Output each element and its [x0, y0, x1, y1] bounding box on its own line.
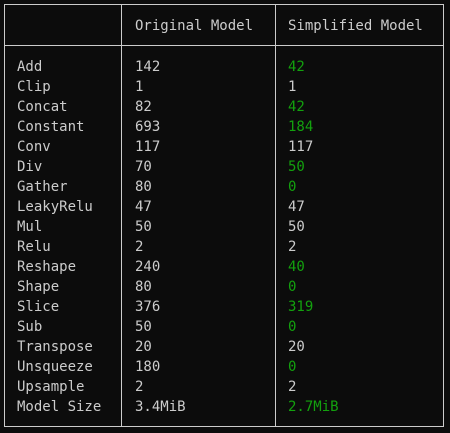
table-row: Clip 1 1: [5, 77, 443, 97]
simplified-count-cell: 184: [288, 119, 314, 135]
original-count-cell: 180: [135, 359, 161, 375]
table-row: Div 70 50: [5, 157, 443, 177]
original-count-cell: 2: [135, 239, 144, 255]
operator-cell: Unsqueeze: [17, 359, 93, 375]
original-count-cell: 1: [135, 79, 144, 95]
operator-cell: Concat: [17, 99, 68, 115]
simplified-count-cell: 319: [288, 299, 314, 315]
original-count-cell: 82: [135, 99, 152, 115]
table-row: LeakyRelu 47 47: [5, 197, 443, 217]
operator-cell: Relu: [17, 239, 51, 255]
original-count-cell: 50: [135, 219, 152, 235]
operator-cell: Shape: [17, 279, 60, 295]
original-count-cell: 2: [135, 379, 144, 395]
simplified-count-cell: 20: [288, 339, 305, 355]
simplified-count-cell: 0: [288, 359, 297, 375]
original-count-cell: 80: [135, 279, 152, 295]
table-row: Add 142 42: [5, 57, 443, 77]
simplified-count-cell: 2: [288, 379, 297, 395]
simplified-count-cell: 2: [288, 239, 297, 255]
operator-cell: Conv: [17, 139, 51, 155]
operator-cell: Slice: [17, 299, 60, 315]
original-count-cell: 142: [135, 59, 161, 75]
table-row: Gather 80 0: [5, 177, 443, 197]
simplified-count-cell: 0: [288, 179, 297, 195]
operator-cell: LeakyRelu: [17, 199, 93, 215]
simplified-count-cell: 1: [288, 79, 297, 95]
simplified-count-cell: 50: [288, 159, 305, 175]
table-body: Add 142 42 Clip 1 1 Concat 82 42 Constant 693 184 Co…: [5, 57, 443, 417]
simplified-count-cell: 0: [288, 319, 297, 335]
table-row: Conv 117 117: [5, 137, 443, 157]
operator-cell: Transpose: [17, 339, 93, 355]
original-count-cell: 50: [135, 319, 152, 335]
operator-cell: Constant: [17, 119, 85, 135]
table-row: Unsqueeze 180 0: [5, 357, 443, 377]
table-row: Mul 50 50: [5, 217, 443, 237]
operator-cell: Div: [17, 159, 43, 175]
operator-cell: Clip: [17, 79, 51, 95]
table-row: Reshape 240 40: [5, 257, 443, 277]
table-row: Upsample 2 2: [5, 377, 443, 397]
table-row: Shape 80 0: [5, 277, 443, 297]
original-count-cell: 47: [135, 199, 152, 215]
table-row: Concat 82 42: [5, 97, 443, 117]
original-count-cell: 376: [135, 299, 161, 315]
simplified-count-cell: 2.7MiB: [288, 399, 339, 415]
simplified-count-cell: 42: [288, 99, 305, 115]
original-count-cell: 240: [135, 259, 161, 275]
operator-cell: Gather: [17, 179, 68, 195]
operator-cell: Sub: [17, 319, 43, 335]
table-row: Sub 50 0: [5, 317, 443, 337]
original-count-cell: 117: [135, 139, 161, 155]
header-divider: [5, 45, 443, 46]
table-row: Constant 693 184: [5, 117, 443, 137]
simplified-count-cell: 0: [288, 279, 297, 295]
table-row: Relu 2 2: [5, 237, 443, 257]
table-row: Transpose 20 20: [5, 337, 443, 357]
original-count-cell: 70: [135, 159, 152, 175]
table-row: Slice 376 319: [5, 297, 443, 317]
operator-cell: Upsample: [17, 379, 85, 395]
operator-cell: Model Size: [17, 399, 102, 415]
operator-cell: Reshape: [17, 259, 77, 275]
original-count-cell: 80: [135, 179, 152, 195]
comparison-table: Original Model Simplified Model Add 142 42…: [4, 4, 444, 427]
simplified-count-cell: 50: [288, 219, 305, 235]
simplified-count-cell: 40: [288, 259, 305, 275]
operator-cell: Add: [17, 59, 43, 75]
simplified-count-cell: 42: [288, 59, 305, 75]
table-row: Model Size 3.4MiB 2.7MiB: [5, 397, 443, 417]
header-simplified-model: Simplified Model: [288, 18, 423, 34]
original-count-cell: 3.4MiB: [135, 399, 186, 415]
original-count-cell: 20: [135, 339, 152, 355]
simplified-count-cell: 117: [288, 139, 314, 155]
simplified-count-cell: 47: [288, 199, 305, 215]
header-original-model: Original Model: [135, 18, 254, 34]
operator-cell: Mul: [17, 219, 43, 235]
original-count-cell: 693: [135, 119, 161, 135]
